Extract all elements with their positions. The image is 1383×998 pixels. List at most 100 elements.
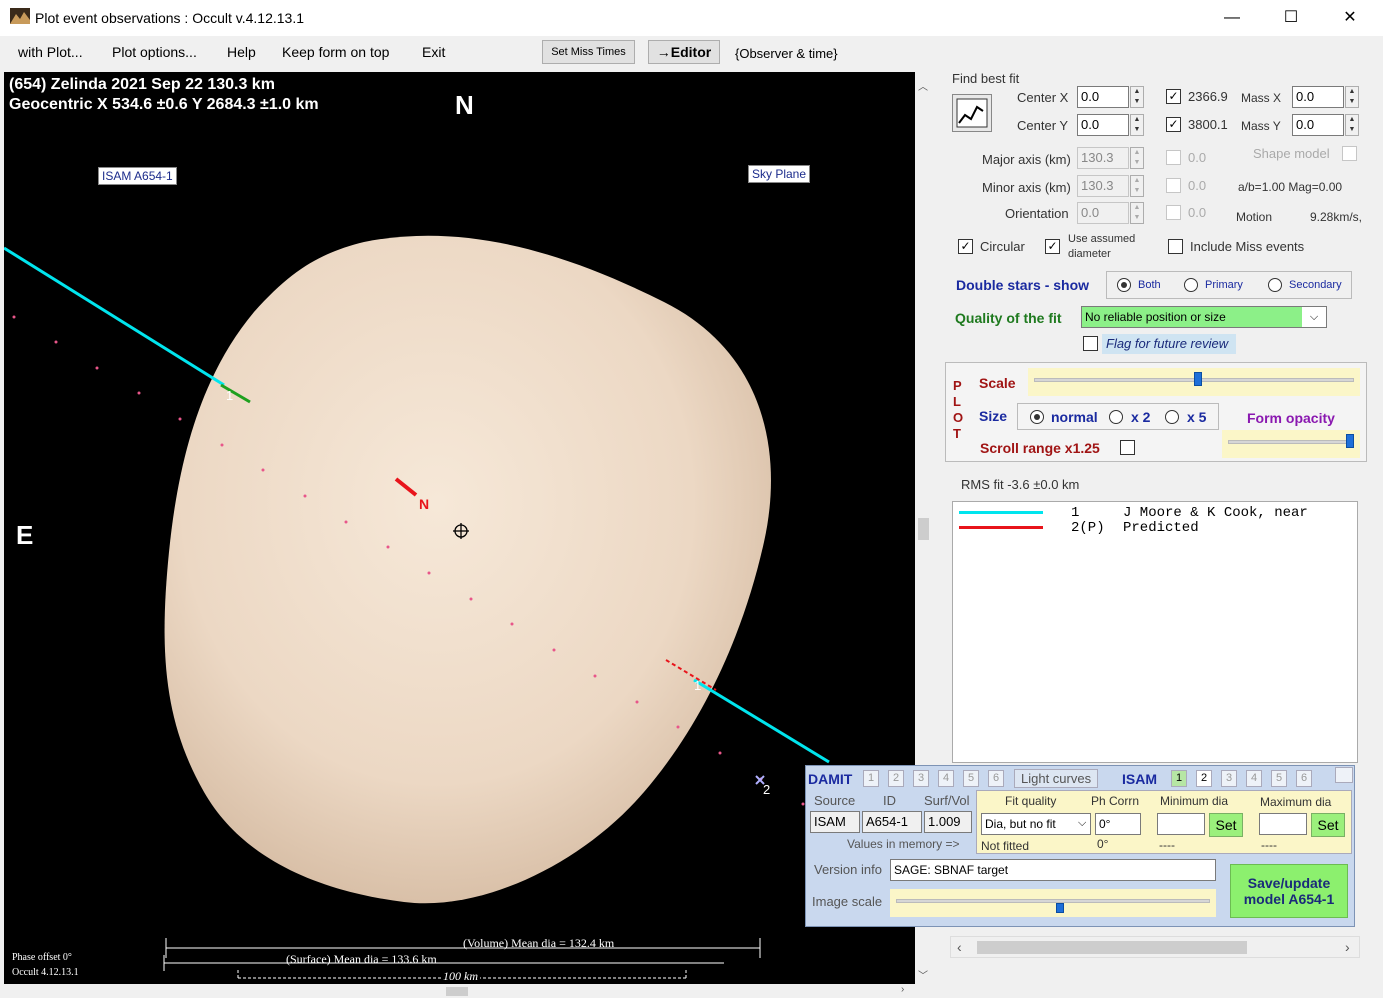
ds-secondary-radio[interactable] xyxy=(1268,278,1282,292)
shape-model-checkbox[interactable] xyxy=(1342,146,1357,161)
flag-review-checkbox[interactable] xyxy=(1083,336,1098,351)
size-x2-radio[interactable] xyxy=(1109,410,1123,424)
circular-checkbox[interactable]: ✓ xyxy=(958,239,973,254)
legend-line-1 xyxy=(959,511,1043,514)
ds-both-radio[interactable] xyxy=(1117,278,1131,292)
fit-y-checkbox[interactable]: ✓ xyxy=(1166,117,1181,132)
major-axis-label: Major axis (km) xyxy=(982,152,1071,167)
set-miss-times-button[interactable]: Set Miss Times xyxy=(542,40,635,64)
phase-offset-label: Phase offset 0° xyxy=(12,952,72,963)
isam-model-1[interactable]: 1 xyxy=(1171,770,1187,787)
form-opacity-slider[interactable] xyxy=(1222,430,1360,458)
center-y-label: Center Y xyxy=(1017,118,1069,133)
menu-plot-options[interactable]: Plot options... xyxy=(112,44,197,60)
fit-major-value: 0.0 xyxy=(1188,150,1207,165)
set-max-dia-button[interactable]: Set xyxy=(1311,813,1345,837)
fit-major-checkbox[interactable] xyxy=(1166,150,1181,165)
surface-dia-label: (Surface) Mean dia = 133.6 km xyxy=(286,952,437,966)
mass-x-spinner[interactable]: ▲ ▼ xyxy=(1345,86,1359,108)
center-y-spinner[interactable]: ▲ ▼ xyxy=(1130,114,1144,136)
major-axis-input[interactable]: 130.3 xyxy=(1077,147,1129,169)
scroll-up-icon[interactable]: ︿ xyxy=(918,78,928,93)
plot-vscroll-thumb[interactable] xyxy=(918,518,929,540)
damit-model-6[interactable]: 6 xyxy=(988,770,1004,787)
diameter-scale-bars xyxy=(163,938,761,971)
image-scale-slider[interactable] xyxy=(890,889,1216,917)
image-scale-thumb[interactable] xyxy=(1056,903,1064,913)
quality-of-fit-select[interactable]: No reliable position or size ⌵ xyxy=(1081,306,1327,328)
damit-model-4[interactable]: 4 xyxy=(938,770,954,787)
menu-exit[interactable]: Exit xyxy=(422,44,445,60)
include-miss-checkbox[interactable] xyxy=(1168,239,1183,254)
center-x-input[interactable]: 0.0 xyxy=(1077,86,1129,108)
fit-y-value: 3800.1 xyxy=(1188,117,1228,132)
form-opacity-thumb[interactable] xyxy=(1346,434,1354,448)
size-normal-radio[interactable] xyxy=(1030,410,1044,424)
mass-x-input[interactable]: 0.0 xyxy=(1292,86,1344,108)
plot-header-line1: (654) Zelinda 2021 Sep 22 130.3 km xyxy=(9,76,275,93)
scroll-right-icon[interactable]: › xyxy=(901,984,904,995)
isam-model-6[interactable]: 6 xyxy=(1296,770,1312,787)
isam-model-3[interactable]: 3 xyxy=(1221,770,1237,787)
fit-x-checkbox[interactable]: ✓ xyxy=(1166,89,1181,104)
ph-corrn-input[interactable]: 0° xyxy=(1095,813,1141,835)
mass-x-label: Mass X xyxy=(1241,91,1282,105)
fit-quality-select[interactable]: Dia, but no fit ⌵ xyxy=(981,813,1091,835)
ds-secondary-label: Secondary xyxy=(1289,279,1342,291)
minimize-button[interactable]: — xyxy=(1209,4,1255,32)
editor-button[interactable]: →Editor xyxy=(648,40,720,64)
legend-num-2: 2(P) xyxy=(1071,520,1105,536)
orientation-input[interactable]: 0.0 xyxy=(1077,202,1129,224)
mass-y-input[interactable]: 0.0 xyxy=(1292,114,1344,136)
minor-axis-spinner[interactable]: ▲ ▼ xyxy=(1130,175,1144,197)
chevron-down-icon[interactable]: ⌵ xyxy=(1302,307,1326,327)
center-x-spinner[interactable]: ▲ ▼ xyxy=(1130,86,1144,108)
use-assumed-diameter-checkbox[interactable]: ✓ xyxy=(1045,239,1060,254)
max-dia-input[interactable] xyxy=(1259,813,1307,835)
find-best-fit-button[interactable] xyxy=(952,94,992,132)
fit-minor-checkbox[interactable] xyxy=(1166,178,1181,193)
orientation-spinner[interactable]: ▲ ▼ xyxy=(1130,202,1144,224)
mass-y-spinner[interactable]: ▲ ▼ xyxy=(1345,114,1359,136)
isam-model-4[interactable]: 4 xyxy=(1246,770,1262,787)
plot-horizontal-scrollbar[interactable]: › xyxy=(4,984,915,998)
isam-model-5[interactable]: 5 xyxy=(1271,770,1287,787)
min-dia-header: Minimum dia xyxy=(1160,794,1229,808)
legend-horizontal-scrollbar[interactable]: ‹ › xyxy=(950,936,1360,958)
plot-vert-l: L xyxy=(953,394,961,409)
observer-time-menu[interactable]: {Observer & time} xyxy=(735,46,838,61)
menu-with-plot[interactable]: with Plot... xyxy=(18,44,83,60)
version-info-input[interactable]: SAGE: SBNAF target xyxy=(890,859,1216,881)
menu-keep-on-top[interactable]: Keep form on top xyxy=(282,44,389,60)
damit-model-3[interactable]: 3 xyxy=(913,770,929,787)
scroll-range-checkbox[interactable] xyxy=(1120,440,1135,455)
damit-model-1[interactable]: 1 xyxy=(863,770,879,787)
damit-model-2[interactable]: 2 xyxy=(888,770,904,787)
major-axis-spinner[interactable]: ▲ ▼ xyxy=(1130,147,1144,169)
scale-slider[interactable] xyxy=(1028,368,1360,396)
minor-axis-input[interactable]: 130.3 xyxy=(1077,175,1129,197)
close-button[interactable]: ✕ xyxy=(1327,4,1373,32)
plot-hscroll-thumb[interactable] xyxy=(446,987,468,996)
scroll-down-icon[interactable]: ﹀ xyxy=(918,967,928,982)
menu-help[interactable]: Help xyxy=(227,44,256,60)
scroll-right-icon-2[interactable]: › xyxy=(1345,939,1350,955)
maximize-button[interactable]: ☐ xyxy=(1268,4,1314,32)
observer-legend-list[interactable]: 1 J Moore & K Cook, near 2(P) Predicted xyxy=(952,501,1358,763)
scroll-range-label: Scroll range x1.25 xyxy=(980,440,1100,456)
isam-model-2[interactable]: 2 xyxy=(1196,770,1212,787)
panel-collapse-button[interactable] xyxy=(1335,767,1353,783)
save-update-model-button[interactable]: Save/update model A654-1 xyxy=(1230,864,1348,918)
scroll-left-icon[interactable]: ‹ xyxy=(957,939,962,955)
scale-slider-thumb[interactable] xyxy=(1194,372,1202,386)
plot-canvas[interactable]: (654) Zelinda 2021 Sep 22 130.3 km Geoce… xyxy=(4,72,915,984)
light-curves-button[interactable]: Light curves xyxy=(1014,769,1099,788)
damit-model-5[interactable]: 5 xyxy=(963,770,979,787)
set-min-dia-button[interactable]: Set xyxy=(1209,813,1243,837)
fit-orientation-checkbox[interactable] xyxy=(1166,205,1181,220)
ds-primary-radio[interactable] xyxy=(1184,278,1198,292)
min-dia-input[interactable] xyxy=(1157,813,1205,835)
size-x5-radio[interactable] xyxy=(1165,410,1179,424)
legend-hscroll-thumb[interactable] xyxy=(977,941,1247,954)
center-y-input[interactable]: 0.0 xyxy=(1077,114,1129,136)
